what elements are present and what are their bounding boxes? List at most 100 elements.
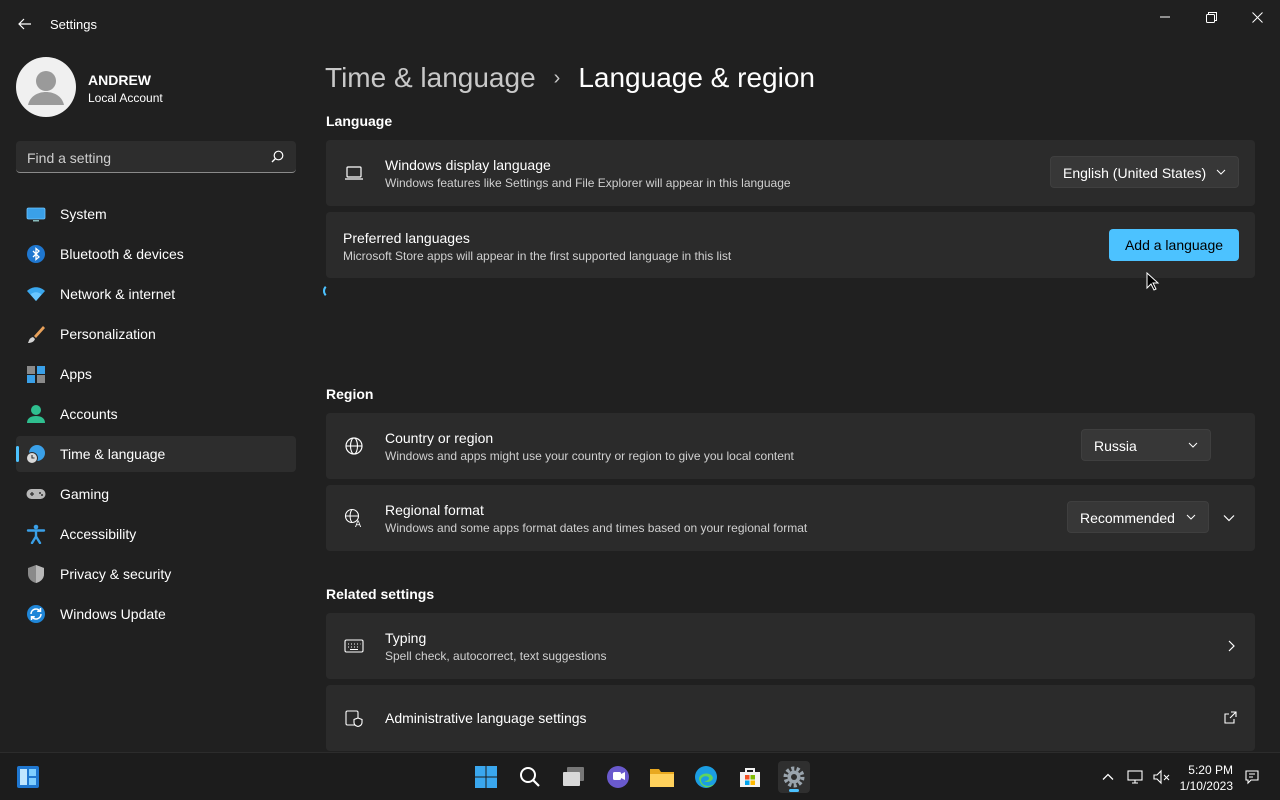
regional-format-desc: Windows and some apps format dates and t…: [385, 521, 808, 535]
minimize-icon: [1160, 16, 1170, 18]
shield-icon: [28, 565, 44, 583]
microsoft-store-button[interactable]: [734, 761, 766, 793]
bluetooth-icon: [27, 245, 45, 263]
regional-format-title: Regional format: [385, 502, 484, 518]
country-region-desc: Windows and apps might use your country …: [385, 449, 794, 463]
taskbar-clock[interactable]: 5:20 PM 1/10/2023: [1173, 762, 1233, 794]
admin-language-title: Administrative language settings: [385, 710, 587, 726]
sidebar-item-label: Windows Update: [60, 606, 166, 622]
user-profile[interactable]: ANDREW Local Account: [16, 57, 296, 117]
regional-format-icon: A: [344, 508, 362, 528]
expand-chevron-icon[interactable]: [1223, 512, 1235, 524]
start-button[interactable]: [470, 761, 502, 793]
admin-language-card[interactable]: Administrative language settings: [326, 685, 1255, 751]
task-view-button[interactable]: [558, 761, 590, 793]
country-region-dropdown[interactable]: Russia: [1081, 429, 1211, 461]
sidebar-item-accounts[interactable]: Accounts: [16, 396, 296, 432]
person-icon: [27, 405, 45, 423]
regional-format-value: Recommended: [1080, 510, 1175, 526]
volume-button[interactable]: [1152, 767, 1172, 787]
file-explorer-button[interactable]: [646, 761, 678, 793]
settings-app-button[interactable]: [778, 761, 810, 793]
network-icon: [1127, 770, 1143, 784]
sidebar-item-gaming[interactable]: Gaming: [16, 476, 296, 512]
sidebar-item-windows-update[interactable]: Windows Update: [16, 596, 296, 632]
page-title: Language & region: [578, 62, 815, 93]
teams-chat-button[interactable]: [602, 761, 634, 793]
sidebar-item-label: Gaming: [60, 486, 110, 502]
display-language-dropdown[interactable]: English (United States): [1050, 156, 1239, 188]
taskbar-search-button[interactable]: [514, 761, 546, 793]
breadcrumb-separator: ›: [553, 66, 561, 89]
clock-date: 1/10/2023: [1179, 779, 1233, 793]
back-button[interactable]: [12, 10, 38, 38]
globe-icon: [345, 437, 363, 455]
breadcrumb-parent[interactable]: Time & language: [325, 62, 536, 94]
search-placeholder: Find a setting: [27, 150, 112, 166]
windows-logo-icon: [475, 766, 497, 788]
keyboard-icon: [344, 639, 364, 653]
network-status-button[interactable]: [1126, 767, 1146, 787]
close-icon: [1251, 11, 1263, 23]
country-region-title: Country or region: [385, 430, 494, 446]
notifications-button[interactable]: [1242, 767, 1262, 787]
sidebar-item-system[interactable]: System: [16, 196, 296, 232]
search-icon: [520, 767, 540, 787]
chevron-down-icon: [1186, 514, 1196, 520]
clock-time: 5:20 PM: [1188, 763, 1233, 777]
brush-icon: [28, 326, 45, 343]
typing-title: Typing: [385, 630, 427, 646]
svg-text:A: A: [355, 520, 362, 528]
sidebar-item-time-language[interactable]: Time & language: [16, 436, 296, 472]
title-bar: Settings: [0, 0, 1280, 48]
sidebar-item-label: Time & language: [60, 446, 166, 462]
add-language-label: Add a language: [1124, 237, 1224, 253]
edge-icon: [695, 766, 717, 788]
avatar: [16, 57, 76, 117]
sidebar-item-accessibility[interactable]: Accessibility: [16, 516, 296, 552]
admin-settings-icon: [345, 710, 363, 728]
breadcrumb: Time & language › Language & region: [325, 58, 815, 98]
section-title-region: Region: [326, 386, 374, 402]
regional-format-dropdown[interactable]: Recommended: [1067, 501, 1209, 533]
wifi-icon: [27, 287, 45, 301]
add-language-button[interactable]: Add a language: [1109, 229, 1239, 261]
sidebar-item-label: Accounts: [60, 406, 118, 422]
system-icon: [26, 207, 46, 222]
account-type: Local Account: [88, 91, 163, 105]
search-icon: [271, 150, 284, 163]
gamepad-icon: [26, 489, 46, 499]
sidebar-item-label: Apps: [60, 366, 92, 382]
minimize-button[interactable]: [1142, 4, 1188, 30]
chevron-down-icon: [1188, 442, 1198, 448]
regional-format-card[interactable]: A Regional format Windows and some apps …: [326, 485, 1255, 551]
laptop-icon: [345, 166, 363, 180]
display-language-value: English (United States): [1063, 165, 1207, 181]
restore-icon: [1205, 11, 1217, 23]
show-hidden-icons-button[interactable]: [1098, 767, 1118, 787]
sidebar-item-label: Accessibility: [60, 526, 137, 542]
sidebar-item-personalization[interactable]: Personalization: [16, 316, 296, 352]
volume-muted-icon: [1153, 769, 1170, 785]
search-input[interactable]: Find a setting: [16, 141, 296, 173]
widgets-button[interactable]: [12, 761, 44, 793]
sidebar-item-apps[interactable]: Apps: [16, 356, 296, 392]
chevron-down-icon: [1216, 169, 1226, 175]
display-language-title: Windows display language: [385, 157, 551, 173]
edge-browser-button[interactable]: [690, 761, 722, 793]
country-region-card: Country or region Windows and apps might…: [326, 413, 1255, 479]
chat-icon: [607, 766, 629, 788]
sidebar-item-bluetooth[interactable]: Bluetooth & devices: [16, 236, 296, 272]
preferred-languages-title: Preferred languages: [343, 230, 470, 246]
restore-button[interactable]: [1188, 4, 1234, 30]
folder-icon: [650, 769, 674, 787]
update-icon: [27, 605, 45, 623]
back-arrow-icon: [18, 18, 31, 30]
preferred-languages-desc: Microsoft Store apps will appear in the …: [343, 249, 732, 263]
close-button[interactable]: [1234, 4, 1280, 30]
mouse-cursor-icon: [1146, 272, 1160, 291]
typing-card[interactable]: Typing Spell check, autocorrect, text su…: [326, 613, 1255, 679]
sidebar-item-privacy[interactable]: Privacy & security: [16, 556, 296, 592]
section-title-language: Language: [326, 113, 393, 129]
sidebar-item-network[interactable]: Network & internet: [16, 276, 296, 312]
